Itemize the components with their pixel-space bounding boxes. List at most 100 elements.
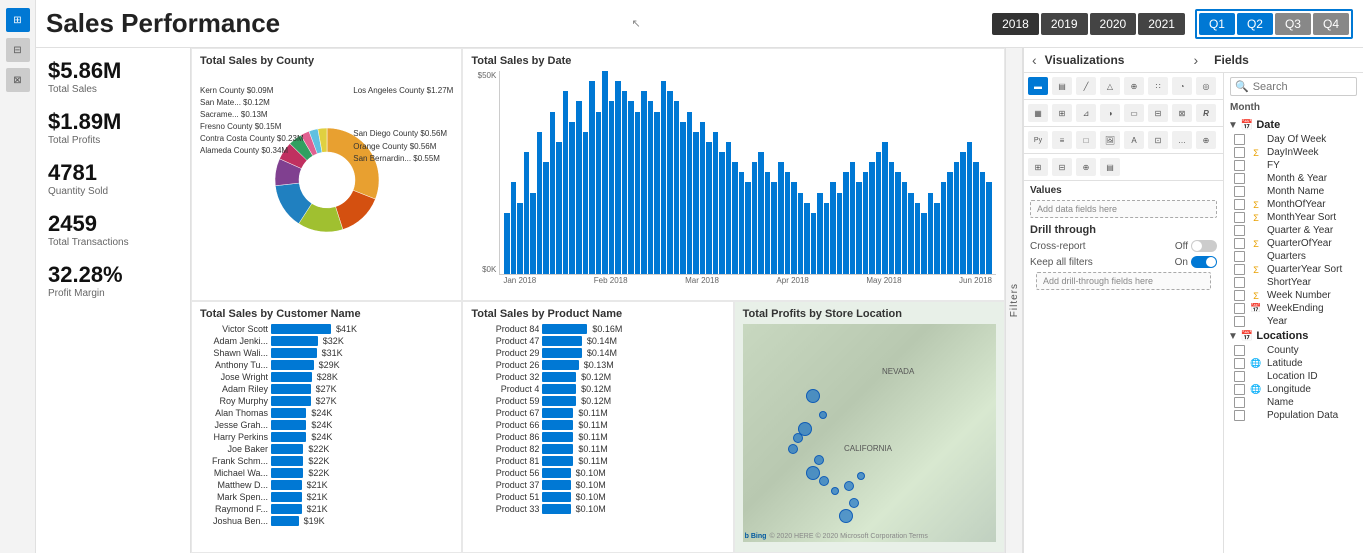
field-item-day-of-week[interactable]: Day Of Week	[1228, 133, 1359, 146]
field-checkbox[interactable]	[1234, 397, 1245, 408]
field-item-latitude[interactable]: 🌐 Latitude	[1228, 357, 1359, 370]
viz-icon-treemap[interactable]: ▦	[1028, 104, 1048, 122]
field-item-quarteryear-sort[interactable]: Σ QuarterYear Sort	[1228, 263, 1359, 276]
values-drop-zone[interactable]: Add data fields here	[1030, 200, 1217, 218]
field-item-monthofyear[interactable]: Σ MonthOfYear	[1228, 198, 1359, 211]
field-checkbox[interactable]	[1234, 290, 1245, 301]
field-item-quarters[interactable]: Quarters	[1228, 250, 1359, 263]
field-checkbox[interactable]	[1234, 410, 1245, 421]
quarter-btn-Q1[interactable]: Q1	[1199, 13, 1235, 35]
viz-icon-scatter[interactable]: ∷	[1148, 77, 1168, 95]
field-checkbox[interactable]	[1234, 277, 1245, 288]
field-item-location-id[interactable]: Location ID	[1228, 370, 1359, 383]
viz-icon-custom3[interactable]: ⊕	[1076, 158, 1096, 176]
drill-drop-zone[interactable]: Add drill-through fields here	[1036, 272, 1211, 290]
field-checkbox[interactable]	[1234, 316, 1245, 327]
year-btn-2020[interactable]: 2020	[1090, 13, 1137, 35]
field-checkbox[interactable]	[1234, 238, 1245, 249]
viz-icon-card[interactable]: ▭	[1124, 104, 1144, 122]
viz-icon-ribbon[interactable]: ⊕	[1124, 77, 1144, 95]
field-item-month-&-year[interactable]: Month & Year	[1228, 172, 1359, 185]
date-chart-title: Total Sales by Date	[471, 55, 996, 67]
field-checkbox[interactable]	[1234, 212, 1245, 223]
field-item-monthyear-sort[interactable]: Σ MonthYear Sort	[1228, 211, 1359, 224]
viz-icon-text[interactable]: A	[1124, 131, 1144, 149]
quarter-btn-Q3[interactable]: Q3	[1275, 13, 1311, 35]
map-visualization[interactable]: b Bing © 2020 HERE © 2020 Microsoft Corp…	[743, 324, 996, 543]
field-item-fy[interactable]: FY	[1228, 159, 1359, 172]
fields-search-box[interactable]: 🔍	[1230, 77, 1357, 96]
field-checkbox[interactable]	[1234, 345, 1245, 356]
viz-icon-custom1[interactable]: ⊞	[1028, 158, 1048, 176]
year-btn-2018[interactable]: 2018	[992, 13, 1039, 35]
field-item-week-number[interactable]: Σ Week Number	[1228, 289, 1359, 302]
field-checkbox[interactable]	[1234, 147, 1245, 158]
viz-icon-matrix[interactable]: ⊠	[1172, 104, 1192, 122]
viz-icon-button[interactable]: ⊡	[1148, 131, 1168, 149]
viz-icon-image[interactable]: 🖼	[1100, 131, 1120, 149]
viz-icon-py[interactable]: Py	[1028, 131, 1048, 149]
viz-icon-more[interactable]: …	[1172, 131, 1192, 149]
quarter-btn-Q4[interactable]: Q4	[1313, 13, 1349, 35]
field-item-longitude[interactable]: 🌐 Longitude	[1228, 383, 1359, 396]
viz-icon-line[interactable]: ╱	[1076, 77, 1096, 95]
quarter-btn-Q2[interactable]: Q2	[1237, 13, 1273, 35]
viz-icon-table[interactable]: ⊟	[1148, 104, 1168, 122]
viz-icon-bar2[interactable]: ▤	[1052, 77, 1072, 95]
field-checkbox[interactable]	[1234, 371, 1245, 382]
field-item-quarterofyear[interactable]: Σ QuarterOfYear	[1228, 237, 1359, 250]
sidebar-icon-report[interactable]: ⊞	[6, 8, 30, 32]
field-item-shortyear[interactable]: ShortYear	[1228, 276, 1359, 289]
field-checkbox[interactable]	[1234, 199, 1245, 210]
product-bar-list[interactable]: Product 84 $0.16MProduct 47 $0.14MProduc…	[471, 324, 724, 543]
viz-icon-map[interactable]: ⊞	[1052, 104, 1072, 122]
date-bar-chart[interactable]: $50K $0K Jan 2018Feb 2018Mar 2018Apr 201…	[471, 71, 996, 286]
viz-icon-area[interactable]: △	[1100, 77, 1120, 95]
field-checkbox[interactable]	[1234, 173, 1245, 184]
field-item-year[interactable]: Year	[1228, 315, 1359, 328]
field-item-quarter-&-year[interactable]: Quarter & Year	[1228, 224, 1359, 237]
viz-icon-bar[interactable]: ▬	[1028, 77, 1048, 95]
keep-filters-track[interactable]	[1191, 256, 1217, 268]
viz-icon-slicer[interactable]: ≡	[1052, 131, 1072, 149]
field-checkbox[interactable]	[1234, 251, 1245, 262]
year-btn-2021[interactable]: 2021	[1138, 13, 1185, 35]
viz-panel-back-arrow[interactable]: ‹	[1032, 52, 1037, 68]
viz-panel-forward-arrow[interactable]: ›	[1194, 52, 1199, 68]
viz-icon-custom4[interactable]: ▤	[1100, 158, 1120, 176]
field-item-name[interactable]: Name	[1228, 396, 1359, 409]
fields-section-locations[interactable]: ▼ 📅 Locations	[1228, 328, 1359, 344]
viz-icon-pie[interactable]: ◔	[1172, 77, 1192, 95]
cross-report-toggle[interactable]: Off	[1175, 240, 1217, 252]
sidebar-icon-model[interactable]: ⊠	[6, 68, 30, 92]
viz-icon-custom2[interactable]: ⊟	[1052, 158, 1072, 176]
field-checkbox[interactable]	[1234, 358, 1245, 369]
keep-filters-toggle[interactable]: On	[1175, 256, 1217, 268]
field-item-county[interactable]: County	[1228, 344, 1359, 357]
filters-tab[interactable]: Filters	[1005, 48, 1023, 553]
viz-icon-funnel[interactable]: ⊿	[1076, 104, 1096, 122]
cross-report-track[interactable]	[1191, 240, 1217, 252]
viz-icon-gauge[interactable]: ◑	[1100, 104, 1120, 122]
sidebar-icon-data[interactable]: ⊟	[6, 38, 30, 62]
field-item-month-name[interactable]: Month Name	[1228, 185, 1359, 198]
field-item-weekending[interactable]: 📅 WeekEnding	[1228, 302, 1359, 315]
viz-icon-extra[interactable]: ⊕	[1196, 131, 1216, 149]
field-checkbox[interactable]	[1234, 264, 1245, 275]
field-item-population-data[interactable]: Population Data	[1228, 409, 1359, 422]
customer-bar-list[interactable]: Victor Scott $41KAdam Jenki... $32KShawn…	[200, 324, 453, 543]
field-item-dayinweek[interactable]: Σ DayInWeek	[1228, 146, 1359, 159]
field-checkbox[interactable]	[1234, 303, 1245, 314]
year-btn-2019[interactable]: 2019	[1041, 13, 1088, 35]
field-checkbox[interactable]	[1234, 225, 1245, 236]
fields-search-input[interactable]	[1253, 81, 1363, 93]
field-checkbox[interactable]	[1234, 134, 1245, 145]
field-checkbox[interactable]	[1234, 160, 1245, 171]
field-checkbox[interactable]	[1234, 186, 1245, 197]
viz-icon-donut[interactable]: ◎	[1196, 77, 1216, 95]
fields-section-date[interactable]: ▼ 📅 Date	[1228, 117, 1359, 133]
field-checkbox[interactable]	[1234, 384, 1245, 395]
viz-icon-r[interactable]: R	[1196, 104, 1216, 122]
viz-icon-shape[interactable]: □	[1076, 131, 1096, 149]
donut-chart[interactable]: Kern County $0.09M San Mate... $0.12M Sa…	[200, 71, 453, 290]
